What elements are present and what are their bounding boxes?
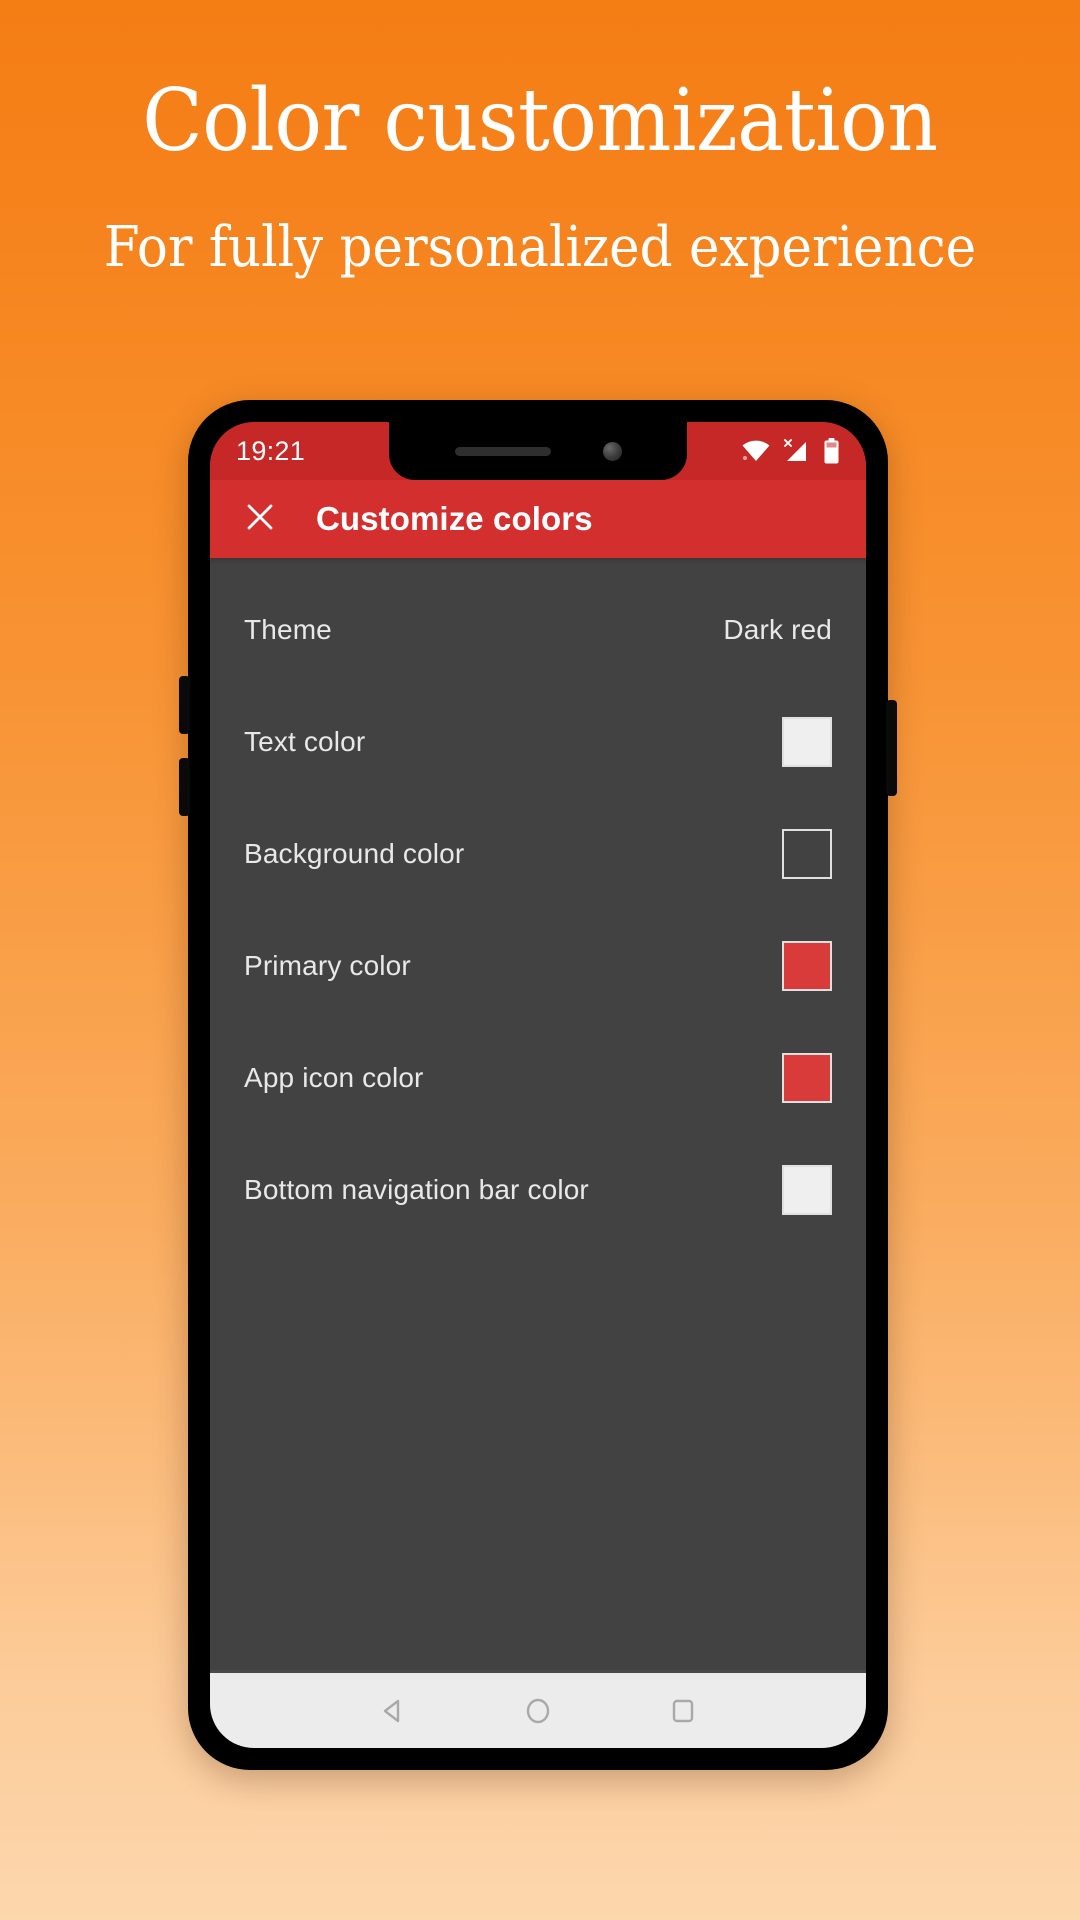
settings-row-theme[interactable]: Theme Dark red — [210, 574, 866, 686]
close-icon — [244, 501, 276, 538]
app-bar: Customize colors — [210, 480, 866, 558]
page-title: Color customization — [142, 71, 938, 171]
earpiece-speaker-icon — [454, 446, 551, 456]
back-icon[interactable] — [376, 1694, 410, 1728]
status-bar-clock: 19:21 — [236, 435, 306, 466]
recents-icon[interactable] — [666, 1694, 700, 1728]
settings-row-label: App icon color — [244, 1062, 424, 1093]
settings-row-label: Bottom navigation bar color — [244, 1174, 589, 1205]
volume-down-button[interactable] — [179, 758, 190, 816]
page-subtitle: For fully personalized experience — [103, 215, 977, 280]
settings-row-background-color[interactable]: Background color — [210, 798, 866, 910]
front-camera-icon — [602, 441, 622, 461]
settings-row-label: Primary color — [244, 950, 411, 981]
wifi-icon — [741, 439, 771, 463]
settings-row-text-color[interactable]: Text color — [210, 686, 866, 798]
phone-notch — [389, 422, 687, 480]
power-button[interactable] — [886, 700, 897, 796]
battery-icon — [823, 438, 840, 464]
settings-row-app-icon-color[interactable]: App icon color — [210, 1022, 866, 1134]
settings-list: Theme Dark red Text color Background col… — [210, 558, 866, 1670]
theme-value: Dark red — [723, 614, 832, 645]
settings-row-primary-color[interactable]: Primary color — [210, 910, 866, 1022]
phone-mockup: 19:21 Customize colors Theme Dark red Te… — [179, 400, 897, 1770]
color-swatch[interactable] — [782, 717, 832, 767]
volume-up-button[interactable] — [179, 676, 190, 734]
settings-row-bottom-nav-bar-color[interactable]: Bottom navigation bar color — [210, 1134, 866, 1246]
settings-row-label: Text color — [244, 726, 366, 757]
status-bar-icons — [741, 438, 840, 464]
settings-row-label: Theme — [244, 614, 332, 645]
color-swatch[interactable] — [782, 829, 832, 879]
color-swatch[interactable] — [782, 1053, 832, 1103]
app-bar-title: Customize colors — [316, 500, 593, 537]
navigation-bar — [210, 1670, 866, 1748]
home-icon[interactable] — [521, 1694, 555, 1728]
close-button[interactable] — [232, 491, 288, 547]
promo-heading-block: Color customization For fully personaliz… — [0, 78, 1080, 276]
cellular-signal-off-icon — [782, 439, 812, 463]
color-swatch[interactable] — [782, 941, 832, 991]
phone-screen: 19:21 Customize colors Theme Dark red Te… — [210, 422, 866, 1748]
settings-row-label: Background color — [244, 838, 465, 869]
color-swatch[interactable] — [782, 1165, 832, 1215]
